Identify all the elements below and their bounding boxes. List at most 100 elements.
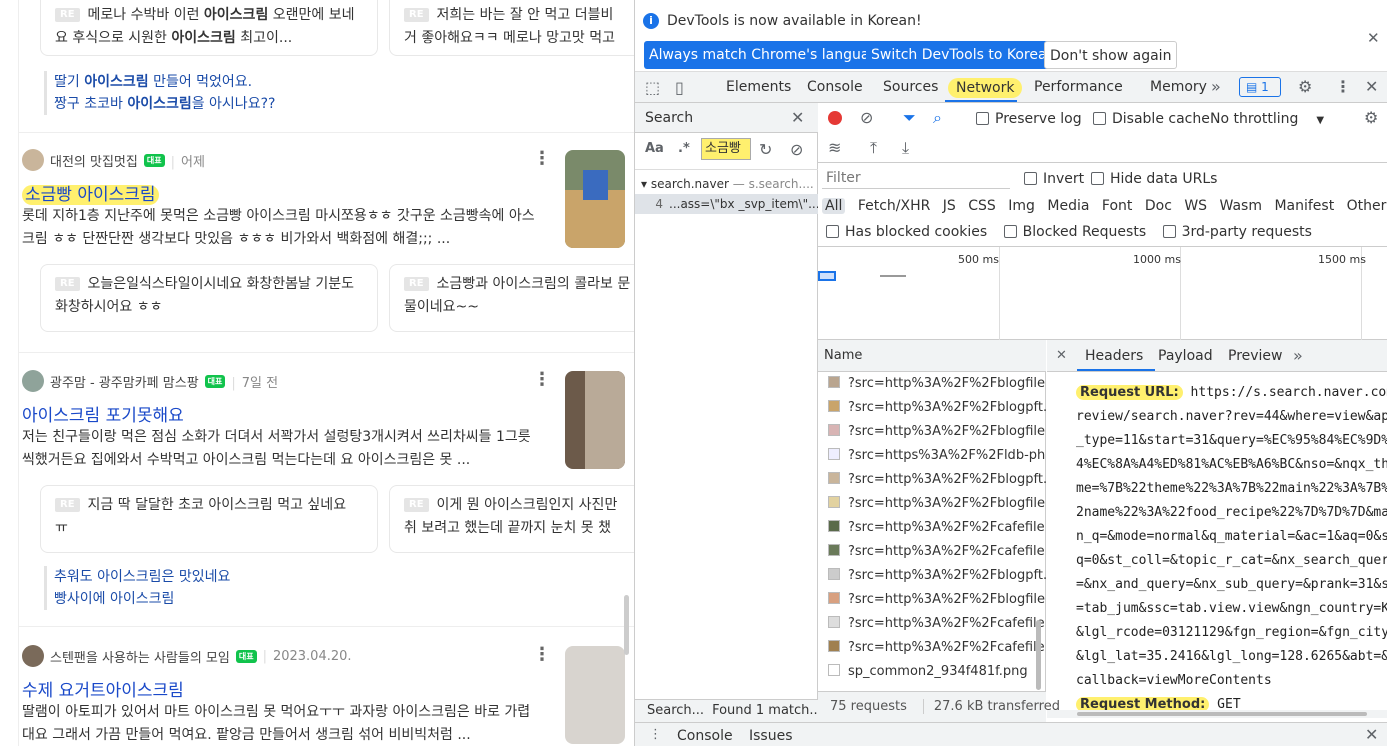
post-author[interactable]: 스텐팬을 사용하는 사람들의 모임 대표 2023.04.20.: [22, 645, 352, 667]
request-row[interactable]: ?src=http%3A%2F%2Fblogpft...: [818, 396, 1046, 420]
related-link[interactable]: 짱구 초코바 아이스크림을 아시나요??: [54, 93, 275, 115]
type-doc[interactable]: Doc: [1145, 198, 1172, 214]
import-icon[interactable]: ⤒: [870, 138, 877, 158]
device-icon[interactable]: ▯: [675, 78, 684, 98]
close-drawer-icon[interactable]: ✕: [1365, 725, 1378, 745]
request-row[interactable]: ?src=http%3A%2F%2Fblogfile...: [818, 372, 1046, 396]
drawer-tab-issues[interactable]: Issues: [749, 728, 793, 744]
disable-cache-checkbox[interactable]: Disable cache: [1093, 111, 1210, 127]
post-thumbnail[interactable]: [565, 646, 625, 744]
close-detail-icon[interactable]: ✕: [1056, 346, 1067, 366]
type-other[interactable]: Other: [1347, 198, 1387, 214]
type-wasm[interactable]: Wasm: [1220, 198, 1262, 214]
type-js[interactable]: JS: [943, 198, 956, 214]
author-name[interactable]: 대전의 맛집멋집: [50, 151, 138, 170]
related-link[interactable]: 빵사이에 아이스크림: [54, 588, 230, 610]
export-icon[interactable]: ⤓: [902, 138, 909, 158]
post-thumbnail[interactable]: [565, 150, 625, 248]
request-row[interactable]: ?src=http%3A%2F%2Fblogpft...: [818, 468, 1046, 492]
type-media[interactable]: Media: [1047, 198, 1089, 214]
clear-icon[interactable]: ⊘: [790, 140, 803, 160]
record-icon[interactable]: [828, 111, 842, 125]
type-img[interactable]: Img: [1008, 198, 1035, 214]
scrollbar[interactable]: [624, 595, 629, 655]
scrollbar[interactable]: [1036, 620, 1041, 690]
throttle-select[interactable]: No throttling ▼: [1210, 111, 1324, 127]
author-name[interactable]: 스텐팬을 사용하는 사람들의 모임: [50, 647, 230, 666]
menu-icon[interactable]: ⋮: [1335, 77, 1351, 97]
name-column-header[interactable]: Name: [818, 340, 1046, 372]
post-title[interactable]: 아이스크림 포기못해요: [22, 401, 184, 426]
request-row[interactable]: ?src=http%3A%2F%2Fblogfile...: [818, 420, 1046, 444]
tab-memory[interactable]: Memory: [1150, 72, 1207, 102]
inspect-icon[interactable]: ⬚: [645, 78, 660, 98]
dont-show-button[interactable]: Don't show again: [1044, 41, 1178, 69]
invert-checkbox[interactable]: Invert: [1024, 171, 1084, 187]
more-detail-tabs-icon[interactable]: »: [1293, 346, 1303, 366]
tab-sources[interactable]: Sources: [883, 72, 938, 102]
match-language-button[interactable]: Always match Chrome's language: [644, 41, 892, 69]
tab-console[interactable]: Console: [807, 72, 863, 102]
match-case-toggle[interactable]: Aa: [645, 141, 664, 156]
author-name[interactable]: 광주맘 - 광주맘카페 맘스팡: [50, 372, 199, 391]
reply-card[interactable]: RE 이게 뭔 아이스크림인지 사진만 취 보려고 했는데 끝까지 눈치 못 챘: [389, 485, 634, 553]
timeline-overview[interactable]: 500 ms 1000 ms 1500 ms: [818, 247, 1387, 340]
reply-card[interactable]: RE 지금 딱 달달한 초코 아이스크림 먹고 싶네요 ㅠ: [40, 485, 378, 553]
type-manifest[interactable]: Manifest: [1274, 198, 1334, 214]
third-party-checkbox[interactable]: 3rd-party requests: [1162, 224, 1312, 240]
request-row[interactable]: sp_common2_934f481f.png: [818, 660, 1046, 684]
refresh-icon[interactable]: ↻: [759, 140, 772, 160]
type-all[interactable]: All: [822, 198, 846, 214]
blocked-requests-checkbox[interactable]: Blocked Requests: [1003, 224, 1146, 240]
search-icon[interactable]: ⌕: [933, 108, 942, 128]
post-author[interactable]: 대전의 맛집멋집 대표 어제: [22, 149, 205, 171]
blocked-cookies-checkbox[interactable]: Has blocked cookies: [826, 224, 987, 240]
tab-preview[interactable]: Preview: [1228, 348, 1283, 364]
more-tabs-icon[interactable]: »: [1211, 77, 1221, 97]
wifi-icon[interactable]: ≋: [828, 138, 841, 158]
reply-card[interactable]: RE 소금빵과 아이스크림의 콜라보 문물이네요~~: [389, 264, 634, 332]
gear-icon[interactable]: ⚙: [1298, 77, 1312, 97]
filter-icon[interactable]: ⏷: [903, 108, 916, 128]
tab-payload[interactable]: Payload: [1158, 348, 1213, 364]
preserve-log-checkbox[interactable]: Preserve log: [976, 111, 1082, 127]
reply-card[interactable]: RE 저희는 바는 잘 안 먹고 더블비 거 좋아해요ㅋㅋ 메로나 망고맛 먹고: [389, 0, 634, 56]
post-title[interactable]: 수제 요거트아이스크림: [22, 676, 184, 701]
search-result-line[interactable]: 4 ...ass=\"bx _svp_item\"...: [635, 194, 818, 214]
request-row[interactable]: ?src=https%3A%2F%2Fldb-ph...: [818, 444, 1046, 468]
tab-performance[interactable]: Performance: [1034, 72, 1123, 102]
related-link[interactable]: 딸기 아이스크림 만들어 먹었어요.: [54, 71, 275, 93]
hide-data-urls-checkbox[interactable]: Hide data URLs: [1091, 171, 1217, 187]
search-result-file[interactable]: ▾ search.naver — s.search....: [641, 177, 814, 191]
reply-card[interactable]: RE 오늘은일식스타일이시네요 화창한봄날 기분도화창하시어요 ㅎㅎ: [40, 264, 378, 332]
more-icon[interactable]: ⋮: [533, 369, 551, 390]
tab-headers[interactable]: Headers: [1085, 348, 1143, 364]
request-row[interactable]: ?src=http%3A%2F%2Fblogfile...: [818, 588, 1046, 612]
post-thumbnail[interactable]: [565, 371, 625, 469]
post-author[interactable]: 광주맘 - 광주맘카페 맘스팡 대표 7일 전: [22, 370, 278, 392]
request-row[interactable]: ?src=http%3A%2F%2Fblogpft...: [818, 564, 1046, 588]
network-settings-icon[interactable]: ⚙: [1364, 108, 1378, 128]
more-icon[interactable]: ⋮: [533, 148, 551, 169]
drawer-tab-console[interactable]: Console: [677, 728, 733, 744]
close-search-icon[interactable]: ✕: [791, 108, 804, 128]
type-css[interactable]: CSS: [968, 198, 996, 214]
clear-log-icon[interactable]: ⊘: [860, 108, 873, 128]
request-row[interactable]: ?src=http%3A%2F%2Fcafefile...: [818, 516, 1046, 540]
related-link[interactable]: 추워도 아이스크림은 맛있네요: [54, 566, 230, 588]
close-icon[interactable]: ✕: [1367, 28, 1380, 48]
tab-elements[interactable]: Elements: [726, 72, 791, 102]
search-input[interactable]: 소금빵: [701, 138, 751, 160]
issues-counter[interactable]: ▤ 1: [1239, 77, 1281, 97]
type-ws[interactable]: WS: [1184, 198, 1207, 214]
post-title[interactable]: 소금빵 아이스크림: [22, 180, 159, 205]
drawer-menu-icon[interactable]: ⋮: [649, 725, 662, 745]
request-row[interactable]: ?src=http%3A%2F%2Fcafefile...: [818, 636, 1046, 660]
regex-toggle[interactable]: .*: [678, 141, 690, 156]
type-font[interactable]: Font: [1102, 198, 1132, 214]
tab-network[interactable]: Network: [948, 78, 1023, 98]
horizontal-scrollbar[interactable]: [1047, 710, 1387, 718]
type-fetch[interactable]: Fetch/XHR: [858, 198, 931, 214]
close-devtools-icon[interactable]: ✕: [1365, 77, 1378, 97]
reply-card[interactable]: RE 메로나 수박바 이런 아이스크림 오랜만에 보네요 후식으로 시원한 아이스…: [40, 0, 378, 56]
